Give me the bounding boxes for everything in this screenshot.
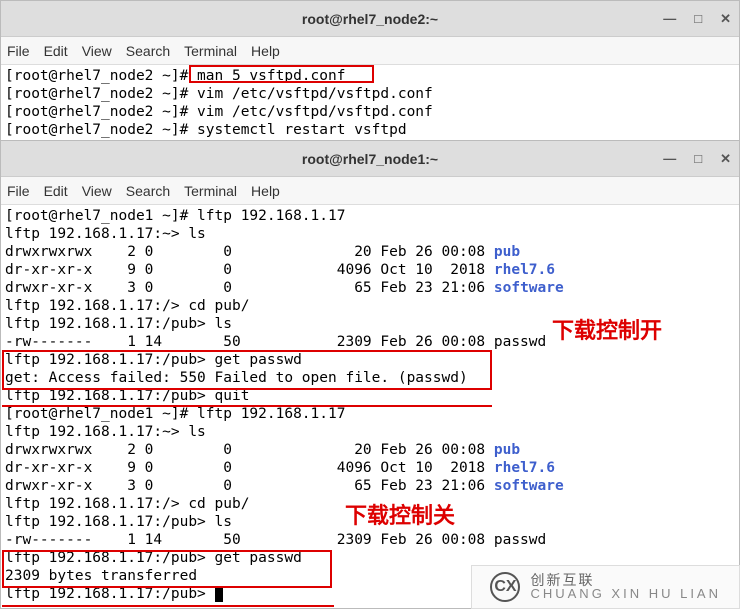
menu-file[interactable]: File	[7, 183, 30, 199]
terminal-window-node1: root@rhel7_node1:~ — □ ✕ File Edit View …	[0, 140, 740, 609]
menu-view[interactable]: View	[82, 183, 112, 199]
terminal-window-node2: root@rhel7_node2:~ — □ ✕ File Edit View …	[0, 0, 740, 145]
window-title: root@rhel7_node2:~	[302, 11, 438, 27]
titlebar-node1[interactable]: root@rhel7_node1:~ — □ ✕	[1, 141, 739, 177]
minimize-icon[interactable]: —	[663, 11, 676, 27]
close-icon[interactable]: ✕	[720, 11, 731, 27]
menu-terminal[interactable]: Terminal	[184, 43, 237, 59]
menubar-node1: File Edit View Search Terminal Help	[1, 177, 739, 205]
close-icon[interactable]: ✕	[720, 151, 731, 167]
terminal-output-node1[interactable]: [root@rhel7_node1 ~]# lftp 192.168.1.17l…	[1, 205, 739, 605]
menu-file[interactable]: File	[7, 43, 30, 59]
menu-help[interactable]: Help	[251, 43, 280, 59]
window-title: root@rhel7_node1:~	[302, 151, 438, 167]
menu-search[interactable]: Search	[126, 43, 170, 59]
menu-view[interactable]: View	[82, 43, 112, 59]
menu-search[interactable]: Search	[126, 183, 170, 199]
titlebar-node2[interactable]: root@rhel7_node2:~ — □ ✕	[1, 1, 739, 37]
menu-help[interactable]: Help	[251, 183, 280, 199]
maximize-icon[interactable]: □	[694, 151, 702, 167]
maximize-icon[interactable]: □	[694, 11, 702, 27]
watermark-en: CHUANG XIN HU LIAN	[530, 587, 721, 600]
menu-terminal[interactable]: Terminal	[184, 183, 237, 199]
menu-edit[interactable]: Edit	[44, 183, 68, 199]
watermark-logo-icon: CX	[490, 572, 520, 602]
terminal-output-node2[interactable]: [root@rhel7_node2 ~]# man 5 vsftpd.conf[…	[1, 65, 739, 141]
watermark: CX 创新互联 CHUANG XIN HU LIAN	[471, 565, 740, 609]
menubar-node2: File Edit View Search Terminal Help	[1, 37, 739, 65]
menu-edit[interactable]: Edit	[44, 43, 68, 59]
minimize-icon[interactable]: —	[663, 151, 676, 167]
